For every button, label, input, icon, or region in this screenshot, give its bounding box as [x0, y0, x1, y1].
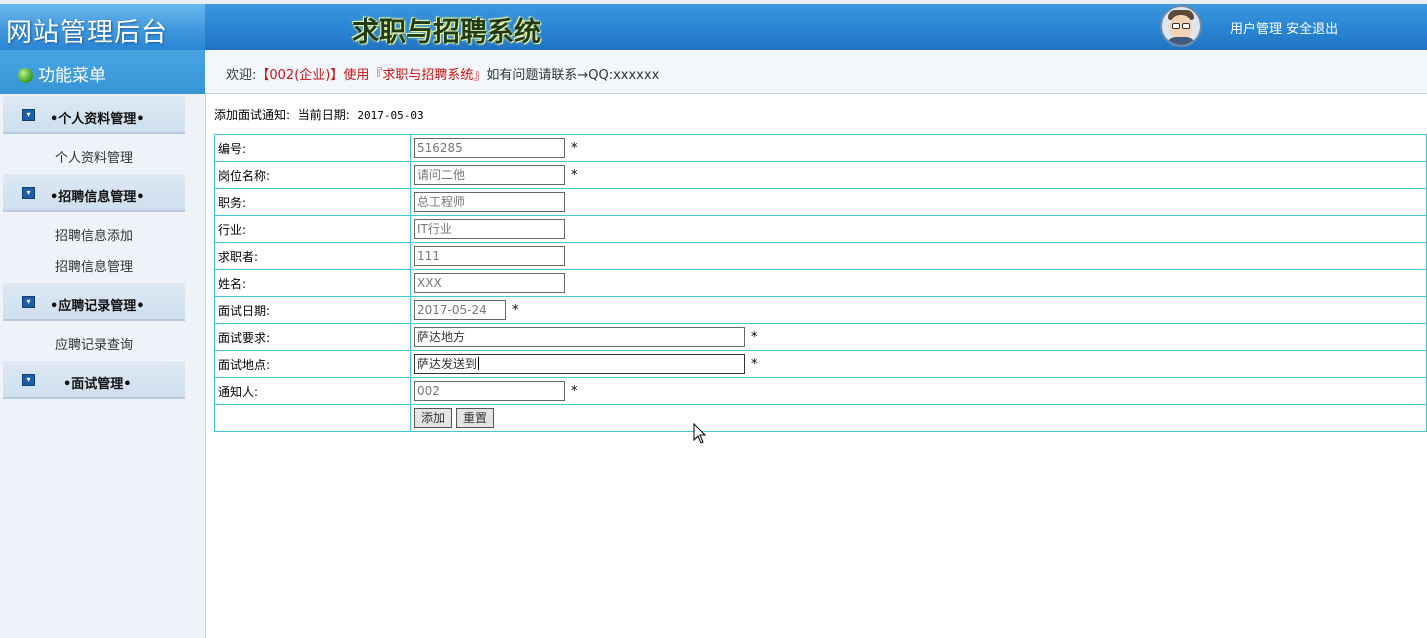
logout-link[interactable]: 安全退出 — [1286, 22, 1338, 37]
field-cell: 111 — [410, 242, 1427, 270]
form-row: 职务: 总工程师 — [214, 188, 1427, 216]
sidebar-section-recruit[interactable]: ▾ •招聘信息管理• — [3, 174, 185, 212]
chevron-down-icon: ▾ — [22, 109, 35, 121]
notifier-input[interactable]: 002 — [414, 381, 565, 401]
form-row: 面试日期: 2017-05-24 * — [214, 296, 1427, 324]
required-mark: * — [512, 302, 519, 318]
text-caret — [478, 357, 480, 370]
empty-cell — [214, 404, 411, 432]
field-label: 职务: — [214, 188, 411, 216]
id-input[interactable]: 516285 — [414, 138, 565, 158]
reset-button[interactable]: 重置 — [456, 408, 495, 428]
user-manage-link[interactable]: 用户管理 — [1230, 22, 1282, 37]
add-button[interactable]: 添加 — [414, 408, 453, 428]
field-cell: 002 * — [410, 377, 1427, 405]
form-row: 求职者: 111 — [214, 242, 1427, 270]
field-cell: 516285 * — [410, 134, 1427, 162]
sidebar-section-label: •招聘信息管理• — [50, 190, 145, 205]
field-label: 姓名: — [214, 269, 411, 297]
welcome-suffix: 如有问题请联系→QQ:xxxxxx — [486, 68, 660, 83]
field-label: 面试地点: — [214, 350, 411, 378]
sidebar-section-label: •应聘记录管理• — [50, 299, 145, 314]
field-cell: 总工程师 — [410, 188, 1427, 216]
applicant-input[interactable]: 111 — [414, 246, 565, 266]
field-cell: XXX — [410, 269, 1427, 297]
field-cell: 请问二他 * — [410, 161, 1427, 189]
sidebar-section-label: •面试管理• — [63, 377, 132, 392]
form-row: 行业: IT行业 — [214, 215, 1427, 243]
sidebar-item-application-query[interactable]: 应聘记录查询 — [55, 334, 133, 353]
sidebar-item-recruit-add[interactable]: 招聘信息添加 — [55, 225, 133, 244]
field-cell: 萨达地方 * — [410, 323, 1427, 351]
field-label: 面试要求: — [214, 323, 411, 351]
interview-date-input[interactable]: 2017-05-24 — [414, 300, 506, 320]
form-row: 添加 重置 — [214, 404, 1427, 432]
user-avatar-icon — [1160, 5, 1202, 47]
top-strip — [0, 0, 1427, 4]
field-cell: 2017-05-24 * — [410, 296, 1427, 324]
menu-title: 功能菜单 — [18, 61, 106, 86]
position-name-input[interactable]: 请问二他 — [414, 165, 565, 185]
button-cell: 添加 重置 — [410, 404, 1427, 432]
date-label: 当前日期: — [297, 108, 350, 122]
field-label: 求职者: — [214, 242, 411, 270]
field-label: 编号: — [214, 134, 411, 162]
chevron-down-icon: ▾ — [22, 296, 35, 308]
avatar-glass-left — [1172, 23, 1180, 29]
sidebar-section-interview[interactable]: ▾ •面试管理• — [3, 361, 185, 399]
top-header — [0, 0, 1427, 50]
interview-location-value: 萨达发送到 — [417, 357, 478, 371]
required-mark: * — [751, 329, 758, 345]
interview-requirement-input[interactable]: 萨达地方 — [414, 327, 745, 347]
sidebar: ▾ •个人资料管理• 个人资料管理 ▾ •招聘信息管理• 招聘信息添加 招聘信息… — [0, 94, 206, 638]
menu-title-text: 功能菜单 — [38, 66, 106, 86]
field-label: 岗位名称: — [214, 161, 411, 189]
field-cell: IT行业 — [410, 215, 1427, 243]
gem-icon — [18, 68, 33, 83]
top-links: 用户管理 安全退出 — [1230, 18, 1338, 37]
field-label: 通知人: — [214, 377, 411, 405]
caption-text: 添加面试通知: — [214, 108, 291, 122]
system-title: 求职与招聘系统 — [352, 17, 541, 48]
required-mark: * — [751, 356, 758, 372]
sidebar-section-profile[interactable]: ▾ •个人资料管理• — [3, 96, 185, 134]
logo-text: 网站管理后台 — [6, 18, 169, 48]
field-cell: 萨达发送到 * — [410, 350, 1427, 378]
welcome-user: 【002(企业)】使用『求职与招聘系统』 — [256, 68, 487, 83]
chevron-down-icon: ▾ — [22, 374, 35, 386]
required-mark: * — [571, 167, 578, 183]
current-date: 2017-05-03 — [357, 109, 424, 122]
form-row: 面试地点: 萨达发送到 * — [214, 350, 1427, 378]
mouse-cursor-icon — [693, 423, 707, 444]
sidebar-item-recruit-manage[interactable]: 招聘信息管理 — [55, 256, 133, 275]
name-input[interactable]: XXX — [414, 273, 565, 293]
form-row: 岗位名称: 请问二他 * — [214, 161, 1427, 189]
page-caption: 添加面试通知: 当前日期: 2017-05-03 — [214, 106, 424, 123]
sidebar-item-profile-manage[interactable]: 个人资料管理 — [55, 147, 133, 166]
chevron-down-icon: ▾ — [22, 187, 35, 199]
interview-location-input[interactable]: 萨达发送到 — [414, 354, 745, 374]
form-row: 通知人: 002 * — [214, 377, 1427, 405]
form-row: 面试要求: 萨达地方 * — [214, 323, 1427, 351]
form-row: 姓名: XXX — [214, 269, 1427, 297]
interview-form: 编号: 516285 * 岗位名称: 请问二他 * 职务: 总工程师 行业: IT行… — [214, 134, 1427, 432]
welcome-prefix: 欢迎: — [226, 68, 257, 83]
required-mark: * — [571, 140, 578, 156]
logo-area: 网站管理后台 — [0, 4, 205, 50]
field-label: 行业: — [214, 215, 411, 243]
industry-input[interactable]: IT行业 — [414, 219, 565, 239]
job-title-input[interactable]: 总工程师 — [414, 192, 565, 212]
welcome-text: 欢迎:【002(企业)】使用『求职与招聘系统』如有问题请联系→QQ:xxxxxx — [226, 64, 659, 83]
field-label: 面试日期: — [214, 296, 411, 324]
form-row: 编号: 516285 * — [214, 134, 1427, 162]
sidebar-section-application[interactable]: ▾ •应聘记录管理• — [3, 283, 185, 321]
avatar-glass-right — [1182, 23, 1190, 29]
sidebar-section-label: •个人资料管理• — [50, 112, 145, 127]
required-mark: * — [571, 383, 578, 399]
